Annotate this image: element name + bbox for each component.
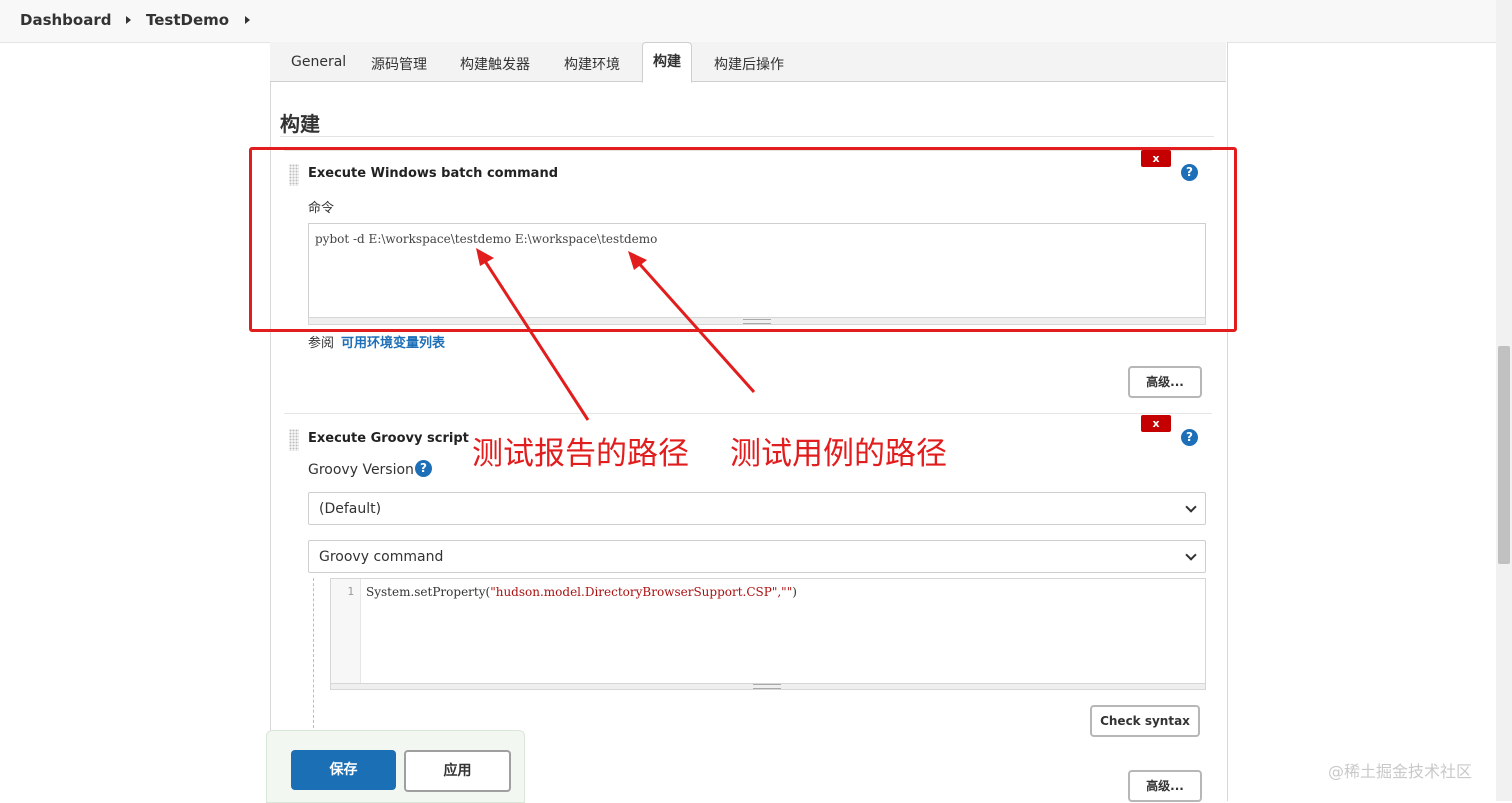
annotation-case-path: 测试用例的路径 [730,436,947,472]
arrow-case-path [634,259,756,393]
annotation-arrows [476,248,756,421]
annotation-report-path: 测试报告的路径 [472,436,689,472]
arrow-report-path [481,257,590,421]
watermark: @稀土掘金技术社区 [1328,762,1473,781]
